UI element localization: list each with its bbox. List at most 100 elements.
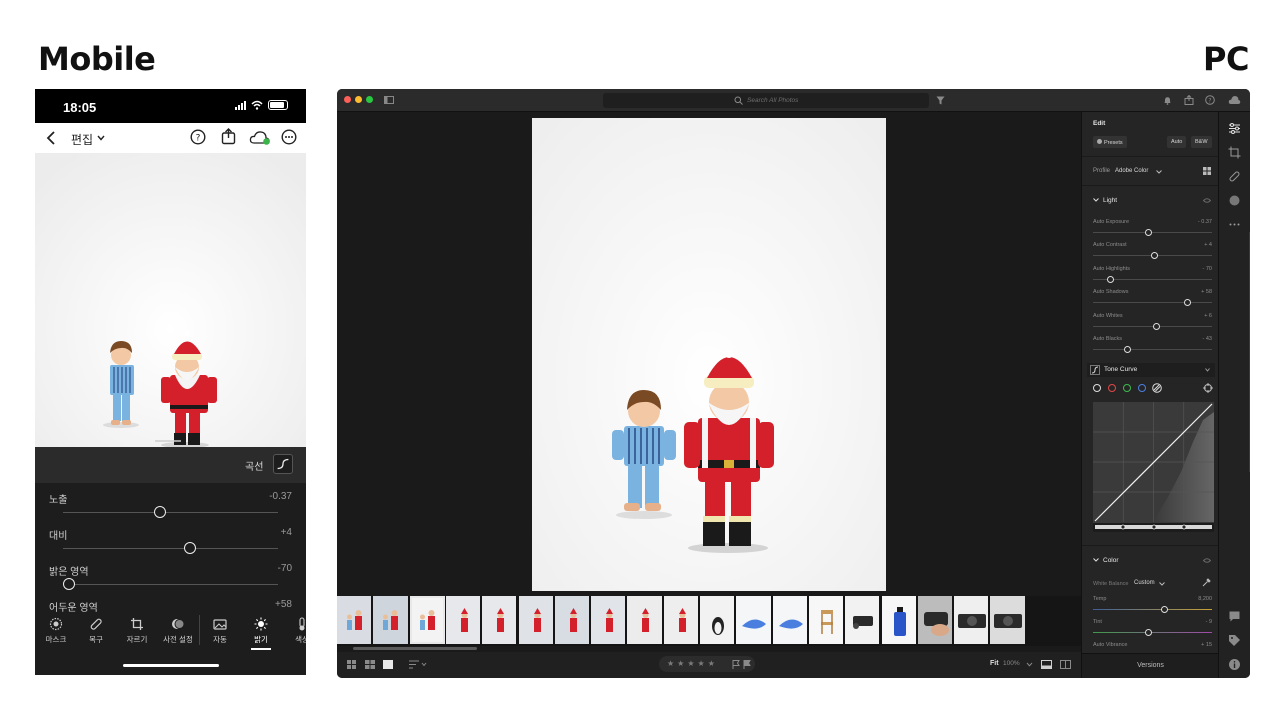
slider-track[interactable] xyxy=(63,548,278,549)
highlights-slider[interactable]: Auto Highlights - 70 xyxy=(1093,266,1212,286)
versions-button[interactable]: Versions xyxy=(1082,662,1219,669)
filter-icon[interactable] xyxy=(936,96,945,105)
more-icon[interactable] xyxy=(1228,218,1241,231)
slider-track[interactable] xyxy=(63,584,278,585)
back-icon[interactable] xyxy=(46,131,56,145)
panel-scrollbar[interactable] xyxy=(1249,232,1250,472)
flag-reject-icon[interactable] xyxy=(743,660,751,669)
slider-thumb[interactable] xyxy=(1145,629,1153,636)
crop-icon[interactable] xyxy=(1228,146,1241,159)
bw-button[interactable]: B&W xyxy=(1191,136,1212,148)
sidebar-toggle-icon[interactable] xyxy=(384,96,394,104)
rating-stars[interactable]: ★★★★★ xyxy=(659,656,755,672)
channel-rgb-button[interactable] xyxy=(1093,384,1101,392)
slider-thumb[interactable] xyxy=(1107,276,1115,283)
filmstrip-thumbnail[interactable] xyxy=(554,596,591,644)
filmstrip-thumbnail[interactable] xyxy=(663,596,699,644)
slider-track[interactable] xyxy=(1093,632,1212,633)
parametric-curve-icon[interactable] xyxy=(1152,383,1162,393)
sort-icon[interactable] xyxy=(409,660,427,669)
tool-presets[interactable]: 사전 설정 xyxy=(158,617,198,645)
filmstrip-thumbnail[interactable] xyxy=(591,596,627,644)
compare-view-icon[interactable] xyxy=(1060,660,1071,669)
auto-button[interactable]: Auto xyxy=(1167,136,1187,148)
grid-view-icon[interactable] xyxy=(347,660,356,669)
detail-view-icon[interactable] xyxy=(383,660,393,669)
filmstrip-thumbnail[interactable] xyxy=(772,596,808,644)
info-icon[interactable] xyxy=(1228,658,1241,671)
chevron-down-icon[interactable] xyxy=(1156,170,1162,174)
contrast-slider[interactable]: Auto Contrast + 4 xyxy=(1093,242,1212,262)
edit-sliders-icon[interactable] xyxy=(1228,122,1241,135)
filmstrip-thumbnail[interactable] xyxy=(881,596,917,644)
zoom-value[interactable]: 100% xyxy=(1003,660,1020,667)
tool-healing[interactable]: 복구 xyxy=(76,617,116,645)
presets-button[interactable]: Presets xyxy=(1093,136,1127,148)
fit-button[interactable]: Fit xyxy=(990,660,999,667)
tool-auto[interactable]: 자동 xyxy=(200,617,240,645)
chevron-down-icon[interactable] xyxy=(1159,582,1165,586)
channel-red-button[interactable] xyxy=(1108,384,1116,392)
slider-thumb[interactable] xyxy=(1152,323,1160,330)
square-grid-icon[interactable] xyxy=(365,660,375,669)
filmstrip-thumbnail[interactable] xyxy=(917,596,954,644)
channel-blue-button[interactable] xyxy=(1138,384,1146,392)
more-icon[interactable] xyxy=(281,129,297,145)
tag-icon[interactable] xyxy=(1228,634,1241,647)
minimize-window-button[interactable] xyxy=(355,96,362,103)
filmstrip-scrollbar[interactable] xyxy=(353,647,477,650)
close-window-button[interactable] xyxy=(344,96,351,103)
flag-pick-icon[interactable] xyxy=(732,660,740,669)
help-icon[interactable]: ? xyxy=(1205,95,1215,105)
slider-track[interactable] xyxy=(1093,302,1212,303)
tone-curve-graph[interactable] xyxy=(1093,402,1214,532)
help-icon[interactable]: ? xyxy=(190,129,206,145)
slider-thumb[interactable] xyxy=(1145,229,1153,236)
slider-track[interactable] xyxy=(1093,609,1212,610)
target-adjust-icon[interactable] xyxy=(1203,383,1213,393)
healing-icon[interactable] xyxy=(1228,170,1241,183)
search-field[interactable]: Search All Photos xyxy=(603,93,929,108)
curve-toggle-button[interactable] xyxy=(273,454,293,474)
filmstrip-thumbnail[interactable] xyxy=(627,596,663,644)
profile-browser-icon[interactable] xyxy=(1203,167,1211,175)
eye-icon[interactable] xyxy=(1203,198,1211,203)
share-icon[interactable] xyxy=(221,128,236,145)
filmstrip-thumbnail[interactable] xyxy=(736,596,772,644)
tool-light[interactable]: 밝기 xyxy=(241,617,281,650)
shadows-slider[interactable]: Auto Shadows + 58 xyxy=(1093,289,1212,309)
light-section-title[interactable]: Light xyxy=(1103,197,1117,204)
filmstrip-thumbnail[interactable] xyxy=(337,596,373,644)
filmstrip-toggle-icon[interactable] xyxy=(1041,660,1052,669)
tone-curve-header[interactable]: Tone Curve xyxy=(1087,363,1215,377)
filmstrip-thumbnail[interactable] xyxy=(954,596,990,644)
filmstrip-thumbnail[interactable] xyxy=(990,596,1026,644)
cloud-sync-icon[interactable] xyxy=(249,130,271,145)
slider-track[interactable] xyxy=(1093,232,1212,233)
filmstrip-thumbnail[interactable] xyxy=(808,596,845,644)
eyedropper-icon[interactable] xyxy=(1202,578,1211,587)
chevron-down-icon[interactable] xyxy=(1026,662,1033,667)
tool-color[interactable]: 색상 xyxy=(282,617,306,645)
slider-thumb[interactable] xyxy=(1183,299,1191,306)
filmstrip-thumbnail[interactable] xyxy=(845,596,881,644)
filmstrip-thumbnail[interactable] xyxy=(409,596,445,644)
tool-crop[interactable]: 자르기 xyxy=(117,617,157,645)
eye-icon[interactable] xyxy=(1203,558,1211,563)
slider-thumb[interactable] xyxy=(153,506,166,518)
blacks-slider[interactable]: Auto Blacks - 43 xyxy=(1093,336,1212,356)
slider-thumb[interactable] xyxy=(63,578,76,590)
masking-icon[interactable] xyxy=(1228,194,1241,207)
chevron-down-icon[interactable] xyxy=(1093,558,1099,562)
filmstrip-thumbnail[interactable] xyxy=(700,596,736,644)
slider-thumb[interactable] xyxy=(183,542,196,554)
share-icon[interactable] xyxy=(1184,95,1194,105)
channel-green-button[interactable] xyxy=(1123,384,1131,392)
slider-track[interactable] xyxy=(63,512,278,513)
comment-icon[interactable] xyxy=(1228,610,1241,623)
whites-slider[interactable]: Auto Whites + 6 xyxy=(1093,313,1212,333)
vibrance-slider[interactable]: Auto Vibrance + 15 xyxy=(1093,642,1212,652)
slider-thumb[interactable] xyxy=(1160,606,1168,613)
tool-masking[interactable]: 마스크 xyxy=(36,617,76,645)
maximize-window-button[interactable] xyxy=(366,96,373,103)
